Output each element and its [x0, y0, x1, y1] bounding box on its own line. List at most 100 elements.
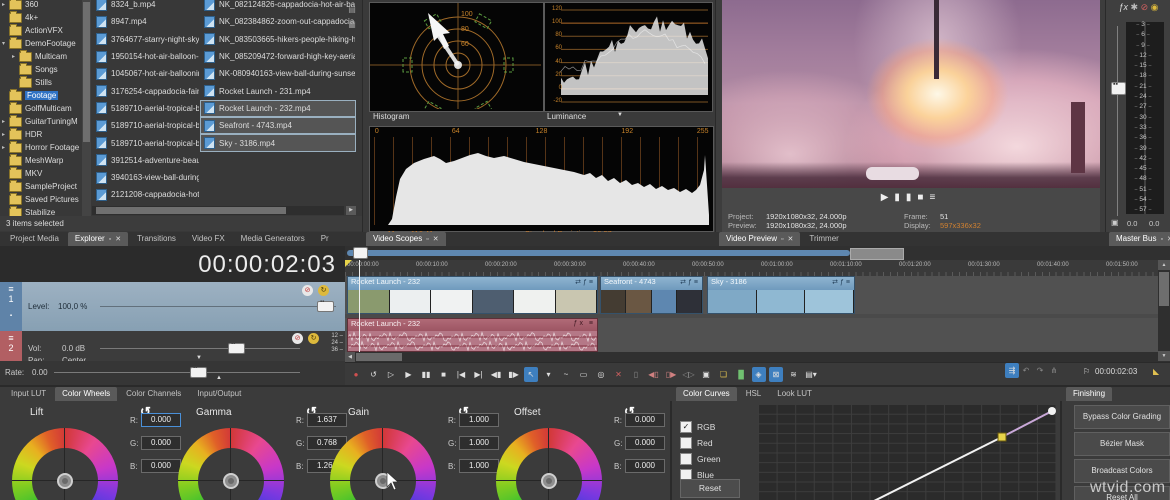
- color-wheel[interactable]: [330, 428, 436, 500]
- vol-slider[interactable]: [100, 348, 300, 349]
- offset-g-value[interactable]: 0.000: [625, 436, 665, 450]
- checkbox-icon[interactable]: [680, 437, 692, 449]
- scrollbar-handle[interactable]: [356, 353, 402, 361]
- expand-icon[interactable]: ▸: [2, 144, 9, 151]
- scroll-up-icon[interactable]: ▲: [1158, 260, 1170, 270]
- lock-event-button[interactable]: ▣: [699, 367, 713, 382]
- sidebar-item-hdr[interactable]: ▸ HDR: [0, 128, 82, 141]
- event-fx-button[interactable]: ≋: [787, 367, 801, 382]
- file-list-item[interactable]: 3764677-starry-night-sky-time-l...: [92, 31, 200, 48]
- wheel-knob[interactable]: [541, 473, 557, 489]
- color-wheel[interactable]: [12, 428, 118, 500]
- redo-button[interactable]: ↷: [1033, 363, 1047, 378]
- fx-icon[interactable]: ƒx: [1118, 2, 1128, 12]
- tab-video-scopes[interactable]: Video Scopes▫✕: [366, 232, 446, 246]
- track-mute-icon[interactable]: ⊘: [292, 333, 303, 344]
- wheel-knob[interactable]: [57, 473, 73, 489]
- gain-b-value[interactable]: 1.000: [459, 459, 499, 473]
- loop-icon[interactable]: ⇄: [832, 279, 840, 286]
- file-list-item[interactable]: Rocket Launch - 231.mp4: [200, 82, 356, 99]
- sidebar-item-guitartuningm[interactable]: ▸ GuitarTuningM: [0, 115, 82, 128]
- clip-menu-icon[interactable]: ≡: [694, 279, 700, 286]
- file-list-item[interactable]: 3176254-cappadocia-fairy-chim...: [92, 82, 200, 99]
- play-from-start-button[interactable]: ▷: [384, 367, 398, 382]
- curve-editor[interactable]: [758, 405, 1056, 500]
- clip-menu-icon[interactable]: ≡: [846, 279, 852, 286]
- checkbox-icon[interactable]: [680, 453, 692, 465]
- timeline-vscrollbar[interactable]: ▲ ▼: [1158, 260, 1170, 361]
- file-list-item[interactable]: 5189710-aerial-tropical-beach-b...: [92, 134, 200, 151]
- trim-start-button[interactable]: ◀▯: [647, 367, 661, 382]
- time-ruler[interactable]: 00:00:00:0000:00:10:0000:00:20:0000:00:3…: [345, 260, 1170, 277]
- luminance-select[interactable]: Luminance: [547, 112, 586, 121]
- timeline-video-clip-seafront-4743[interactable]: Seafront - 4743 ⇄ƒ≡: [600, 276, 703, 314]
- loop-playback-button[interactable]: ↺: [367, 367, 381, 382]
- float-window-icon[interactable]: ▫: [1160, 236, 1162, 243]
- selection-tool-button[interactable]: ▭: [577, 367, 591, 382]
- scroll-right-icon[interactable]: ▶: [346, 206, 356, 215]
- auto-ripple-button[interactable]: ⇶: [1005, 363, 1019, 378]
- play-button[interactable]: ▶: [402, 367, 416, 382]
- file-list-item[interactable]: NK_082124826-cappadocia-hot-air-bal...: [200, 0, 356, 13]
- file-list-item[interactable]: Sky - 3186.mp4: [200, 134, 356, 151]
- preview-video[interactable]: [722, 0, 1100, 188]
- delete-button[interactable]: ✕: [612, 367, 626, 382]
- next-frame-button[interactable]: ▮▶: [507, 367, 521, 382]
- sidebar-item-footage[interactable]: Footage: [0, 89, 82, 102]
- loop-icon[interactable]: ⇄: [575, 279, 583, 286]
- chevron-down-icon[interactable]: ▼: [617, 112, 623, 118]
- sidebar-item-actionvfx[interactable]: ActionVFX: [0, 24, 82, 37]
- rate-slider[interactable]: [54, 372, 300, 373]
- mute-icon[interactable]: ⊘: [1141, 2, 1149, 12]
- fx-icon[interactable]: ƒx: [574, 320, 585, 327]
- close-icon[interactable]: ✕: [115, 236, 121, 243]
- expand-icon[interactable]: ▸: [2, 1, 9, 8]
- tab-pr[interactable]: Pr: [314, 232, 336, 246]
- playhead-handle[interactable]: [353, 247, 368, 259]
- file-list-item[interactable]: Rocket Launch - 232.mp4: [200, 100, 356, 117]
- go-to-start-button[interactable]: |◀: [454, 367, 468, 382]
- tab-video-fx[interactable]: Video FX: [185, 232, 232, 246]
- sidebar-item-multicam[interactable]: ▸ Multicam: [0, 50, 82, 63]
- tree-scrollbar[interactable]: ▼: [82, 0, 91, 230]
- lift-r-value[interactable]: 0.000: [141, 413, 181, 427]
- tools-dropdown-button[interactable]: ▤▾: [804, 367, 818, 382]
- close-icon[interactable]: ✕: [433, 236, 439, 243]
- track-mute-icon[interactable]: ⊘: [302, 285, 313, 296]
- stop-icon[interactable]: ■: [917, 192, 929, 203]
- snapping-button[interactable]: ⋔: [1047, 363, 1061, 378]
- tab-transitions[interactable]: Transitions: [130, 232, 183, 246]
- channel-toggle-green[interactable]: Green: [680, 451, 721, 467]
- master-fader-track[interactable]: [1117, 26, 1118, 216]
- file-list-item[interactable]: 1950154-hot-air-balloon-landin...: [92, 48, 200, 65]
- curves-reset-button[interactable]: Reset: [680, 479, 740, 498]
- expand-icon[interactable]: ▸: [12, 53, 19, 60]
- file-list-item[interactable]: 2121208-cappadocia-hot-air-bal...: [92, 186, 200, 203]
- overview-range[interactable]: [347, 250, 850, 256]
- float-window-icon[interactable]: ▫: [109, 236, 111, 243]
- files-scrollbar[interactable]: ▶: [92, 206, 344, 215]
- tab-color-curves[interactable]: Color Curves: [676, 387, 737, 401]
- prev-frame-button[interactable]: ◀▮: [489, 367, 503, 382]
- vol-slider-handle[interactable]: [228, 343, 245, 354]
- sidebar-item-horror-footage[interactable]: ▸ Horror Footage: [0, 141, 82, 154]
- trim-end-button[interactable]: ▯▶: [664, 367, 678, 382]
- video-track-header[interactable]: ≡ 1 ▪ ⊘ ↻ Level: 100,0 %: [0, 282, 345, 331]
- gain-g-value[interactable]: 1.000: [459, 436, 499, 450]
- scrollbar-handle[interactable]: [96, 207, 286, 214]
- b-zier-mask-button[interactable]: Bézier Mask: [1074, 432, 1170, 456]
- pause-button[interactable]: ▮▮: [419, 367, 433, 382]
- scrollbar-handle[interactable]: [1159, 272, 1169, 306]
- expand-icon[interactable]: ▸: [2, 118, 9, 125]
- tab-trimmer[interactable]: Trimmer: [802, 232, 845, 246]
- pan-crop-button[interactable]: ◈: [752, 367, 766, 382]
- clip-menu-icon[interactable]: ≡: [589, 320, 595, 327]
- track-menu-icon[interactable]: ≡: [0, 284, 22, 294]
- scroll-left-icon[interactable]: ◀: [345, 352, 355, 362]
- sidebar-item-demofootage[interactable]: ▾ DemoFootage: [0, 37, 82, 50]
- insert-region-button[interactable]: ▐▌: [734, 367, 748, 382]
- channel-toggle-rgb[interactable]: ✓ RGB: [680, 419, 721, 435]
- loop-icon[interactable]: ⇄: [680, 279, 688, 286]
- track-menu-icon[interactable]: ≡: [0, 333, 22, 343]
- slip-event-button[interactable]: ◁▷: [682, 367, 696, 382]
